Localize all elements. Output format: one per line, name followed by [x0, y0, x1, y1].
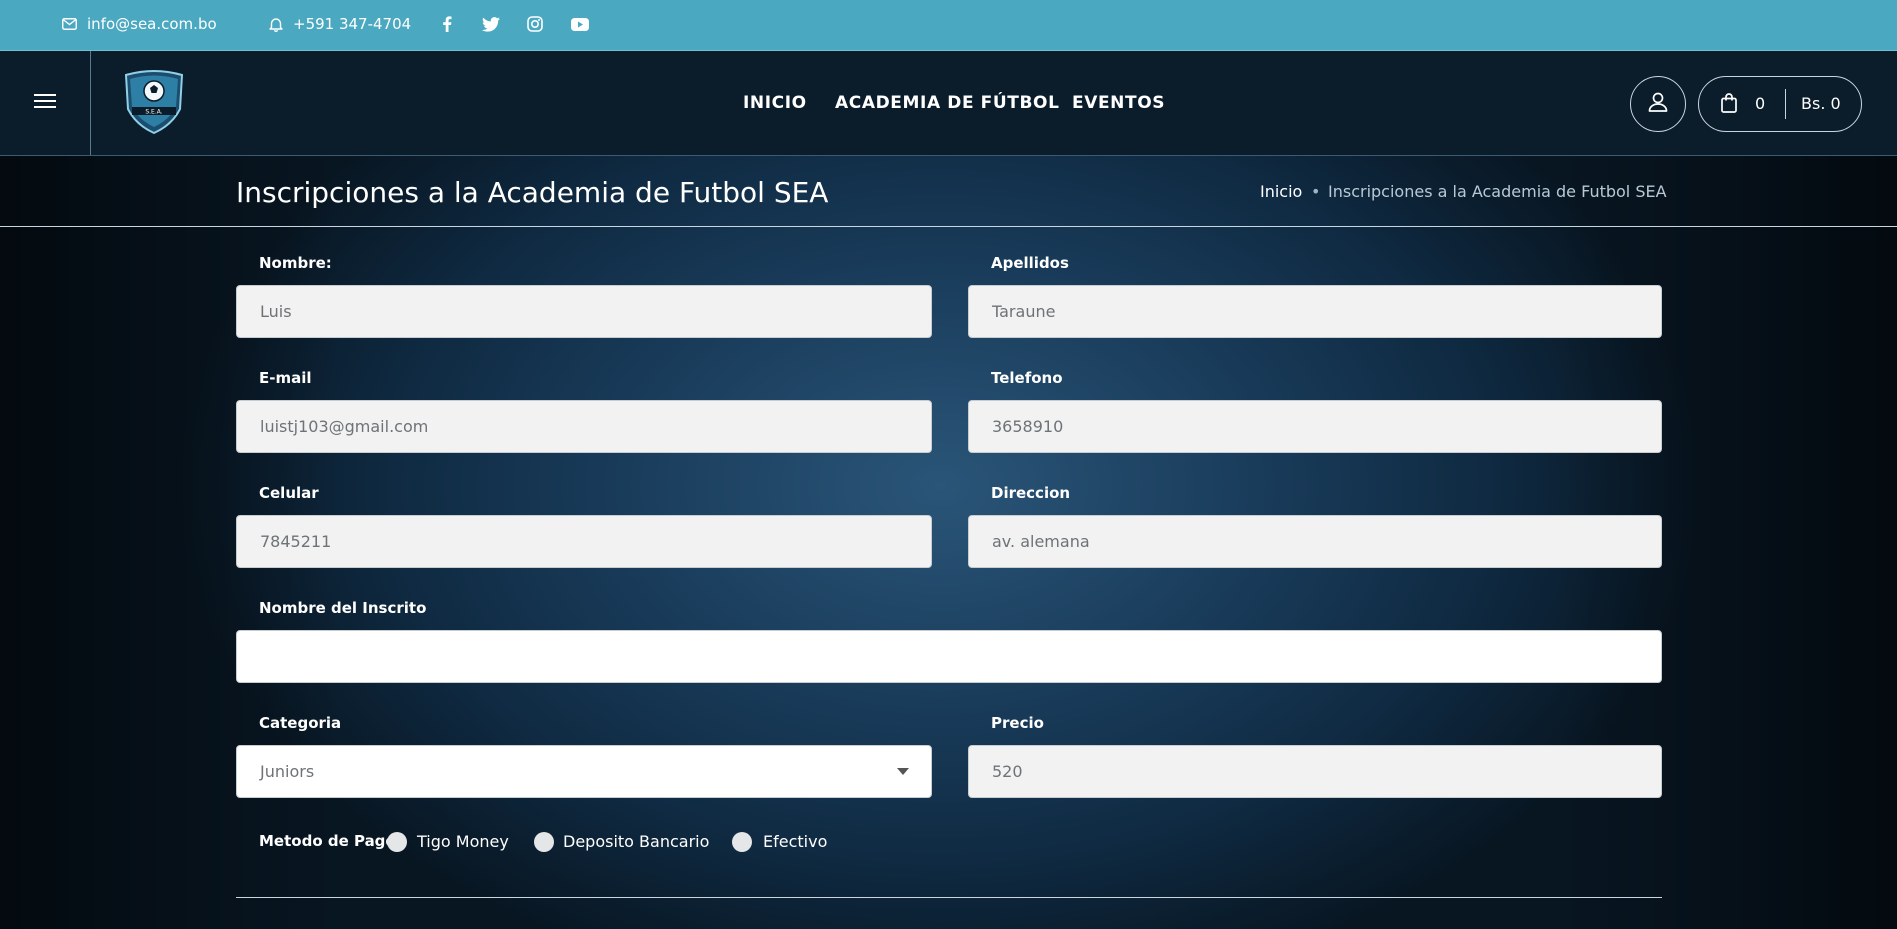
cart-total: Bs. 0	[1801, 94, 1841, 113]
telefono-field[interactable]: 3658910	[968, 400, 1662, 453]
radio-deposito-bancario[interactable]	[534, 832, 554, 852]
radio-tigo-money[interactable]	[387, 832, 407, 852]
mail-icon	[62, 18, 77, 30]
breadcrumb-current: Inscripciones a la Academia de Futbol SE…	[1328, 182, 1667, 201]
breadcrumb-home[interactable]: Inicio	[1260, 182, 1302, 201]
radio-efectivo[interactable]	[732, 832, 752, 852]
nav-inicio[interactable]: INICIO	[743, 93, 807, 113]
categoria-select[interactable]: Juniors	[236, 745, 932, 798]
section-divider	[236, 897, 1662, 898]
categoria-selected-value: Juniors	[260, 762, 315, 781]
cart-button[interactable]: 0 Bs. 0	[1698, 76, 1862, 132]
youtube-icon[interactable]	[571, 0, 589, 48]
main-header: S.E.A. INICIO ACADEMIA DE FÚTBOL EVENTOS…	[0, 51, 1897, 156]
hamburger-menu-button[interactable]	[0, 51, 91, 155]
page-title: Inscripciones a la Academia de Futbol SE…	[236, 176, 829, 209]
cart-divider	[1785, 89, 1786, 119]
breadcrumb-separator: •	[1311, 182, 1321, 201]
direccion-label: Direccion	[991, 484, 1071, 502]
svg-text:S.E.A.: S.E.A.	[145, 109, 162, 116]
nav-eventos[interactable]: EVENTOS	[1072, 93, 1165, 113]
apellidos-field[interactable]: Taraune	[968, 285, 1662, 338]
bell-icon	[269, 17, 283, 32]
email-field[interactable]: luistj103@gmail.com	[236, 400, 932, 453]
apellidos-label: Apellidos	[991, 254, 1069, 272]
phone-text: +591 347-4704	[293, 15, 412, 33]
celular-label: Celular	[259, 484, 319, 502]
shopping-bag-icon	[1721, 93, 1737, 117]
registration-page: Inscripciones a la Academia de Futbol SE…	[0, 156, 1897, 929]
cart-count: 0	[1755, 94, 1766, 113]
page-title-bar: Inscripciones a la Academia de Futbol SE…	[0, 156, 1897, 227]
nombre-inscrito-field[interactable]	[236, 630, 1662, 683]
celular-field[interactable]: 7845211	[236, 515, 932, 568]
email-text: info@sea.com.bo	[87, 15, 217, 33]
user-icon	[1647, 91, 1669, 117]
metodo-pago-label: Metodo de Pago	[259, 832, 396, 850]
twitter-icon[interactable]	[482, 0, 500, 48]
facebook-icon[interactable]	[442, 0, 452, 48]
hamburger-icon	[34, 93, 56, 113]
telefono-label: Telefono	[991, 369, 1063, 387]
radio-label-efectivo[interactable]: Efectivo	[763, 832, 827, 851]
account-button[interactable]	[1630, 76, 1686, 132]
nombre-label: Nombre:	[259, 254, 332, 272]
categoria-label: Categoria	[259, 714, 342, 732]
direccion-field[interactable]: av. alemana	[968, 515, 1662, 568]
precio-field: 520	[968, 745, 1662, 798]
nav-academia[interactable]: ACADEMIA DE FÚTBOL	[835, 93, 1060, 113]
contact-email[interactable]: info@sea.com.bo	[62, 0, 217, 48]
site-logo[interactable]: S.E.A.	[120, 69, 188, 135]
contact-phone[interactable]: +591 347-4704	[269, 0, 411, 48]
top-bar: info@sea.com.bo +591 347-4704	[0, 0, 1897, 51]
dropdown-caret-icon	[897, 768, 909, 775]
radio-label-deposito-bancario[interactable]: Deposito Bancario	[563, 832, 709, 851]
instagram-icon[interactable]	[527, 0, 543, 48]
email-label: E-mail	[259, 369, 312, 387]
main-nav: INICIO ACADEMIA DE FÚTBOL EVENTOS	[0, 51, 1897, 155]
precio-label: Precio	[991, 714, 1044, 732]
nombre-field[interactable]: Luis	[236, 285, 932, 338]
radio-label-tigo-money[interactable]: Tigo Money	[417, 832, 509, 851]
nombre-inscrito-label: Nombre del Inscrito	[259, 599, 427, 617]
